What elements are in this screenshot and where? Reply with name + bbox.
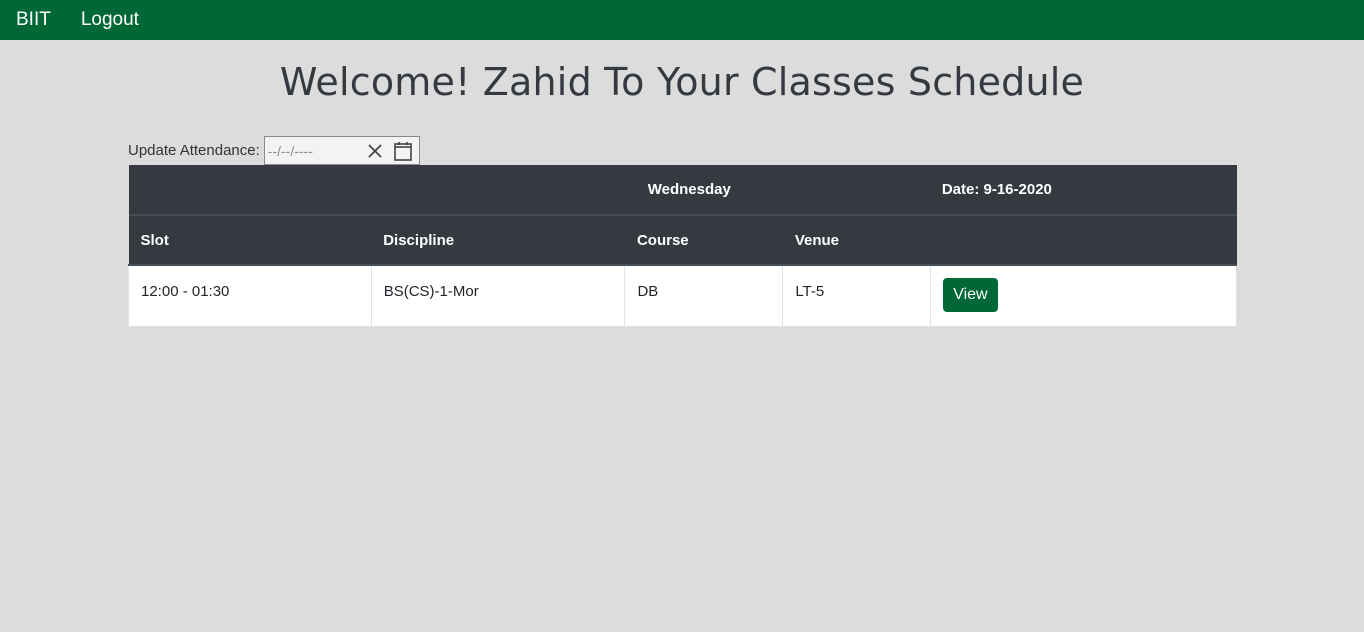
action-cell: View bbox=[930, 264, 1237, 327]
course-cell: DB bbox=[624, 264, 784, 327]
discipline-cell: BS(CS)-1-Mor bbox=[370, 264, 626, 327]
table-row: 12:00 - 01:30 BS(CS)-1-Mor DB LT-5 View bbox=[128, 264, 1237, 327]
column-header-row: Slot Discipline Course Venue bbox=[128, 215, 1237, 266]
column-header-course: Course bbox=[624, 215, 783, 266]
attendance-date-input[interactable]: --/--/---- bbox=[263, 136, 420, 165]
page-title: Welcome! Zahid To Your Classes Schedule bbox=[279, 60, 1085, 104]
slot-cell: 12:00 - 01:30 bbox=[128, 264, 372, 327]
column-header-action bbox=[930, 215, 1237, 266]
venue-cell: LT-5 bbox=[782, 264, 932, 327]
schedule-date: Date: 9-16-2020 bbox=[782, 165, 1237, 216]
column-header-slot: Slot bbox=[128, 215, 372, 266]
column-header-discipline: Discipline bbox=[371, 215, 625, 266]
brand-link[interactable]: BIIT bbox=[16, 9, 51, 31]
view-button[interactable]: View bbox=[943, 278, 998, 312]
day-header-row: Wednesday Date: 9-16-2020 bbox=[128, 165, 1237, 216]
date-placeholder: --/--/---- bbox=[267, 142, 313, 159]
top-navbar: BIIT Logout bbox=[0, 0, 1364, 40]
day-name: Wednesday bbox=[128, 165, 783, 216]
update-attendance-label: Update Attendance: bbox=[128, 142, 260, 159]
schedule-table: Wednesday Date: 9-16-2020 Slot Disciplin… bbox=[128, 165, 1237, 327]
logout-link[interactable]: Logout bbox=[81, 9, 139, 31]
update-attendance-row: Update Attendance: --/--/---- bbox=[128, 136, 420, 165]
close-icon[interactable] bbox=[364, 140, 386, 162]
calendar-icon[interactable] bbox=[391, 139, 415, 163]
column-header-venue: Venue bbox=[782, 215, 931, 266]
schedule-date-text: Date: 9-16-2020 bbox=[941, 181, 1052, 198]
